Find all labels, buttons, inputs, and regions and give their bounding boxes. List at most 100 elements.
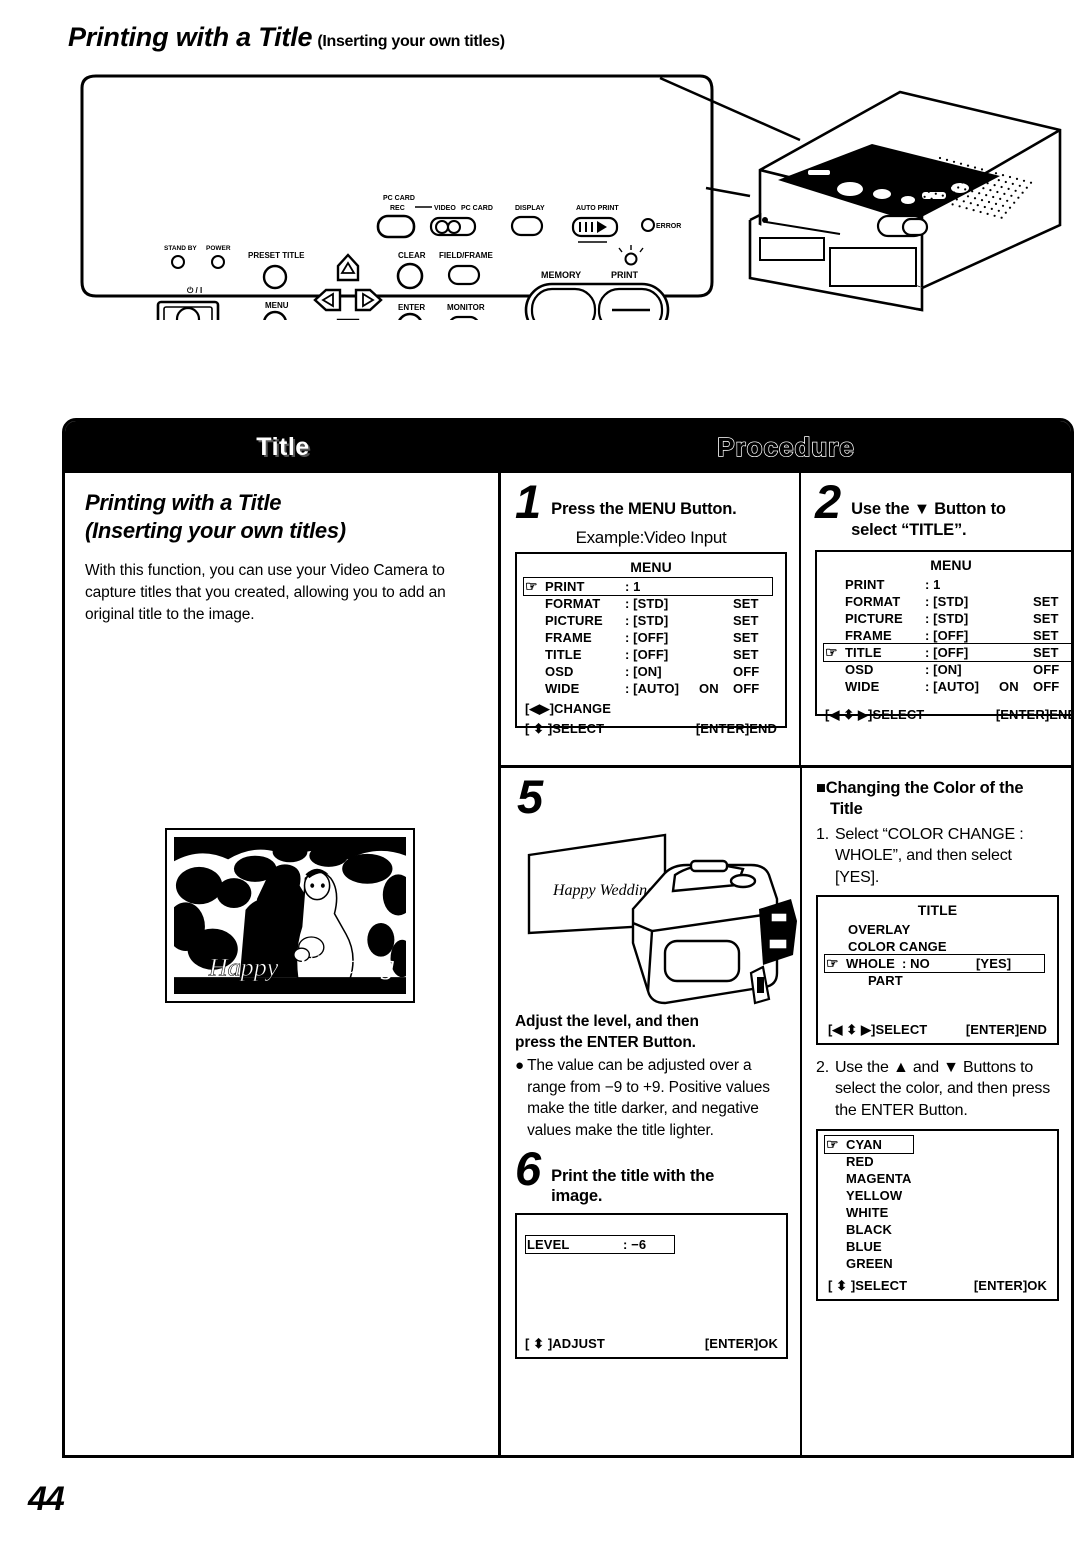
osd-row-option: SET	[733, 629, 759, 645]
page-title-sub: (Inserting your own titles)	[317, 33, 505, 50]
osd-color-row[interactable]: YELLOW	[826, 1187, 1049, 1204]
osd-menu-title-2: MENU	[930, 557, 972, 574]
osd-row-value: : [AUTO]	[625, 680, 679, 696]
osd-row-value: : [OFF]	[925, 628, 969, 644]
osd-color-label: YELLOW	[846, 1188, 903, 1204]
osd-cursor-icon-whole: ☞	[826, 954, 839, 971]
osd-row-option: OFF	[733, 663, 760, 679]
osd-title-footer-end: [ENTER]END	[965, 1021, 1047, 1037]
table-header-title-col: Title	[65, 421, 501, 473]
osd-cursor-icon: ☞	[525, 577, 538, 594]
osd-color-row[interactable]: WHITE	[826, 1204, 1049, 1221]
osd-menu-row[interactable]: WIDE: [AUTO] ON OFF	[825, 678, 1071, 695]
osd-menu-rows-1: ☞ PRINT : 1 FORMAT: [STD] SET PICTURE: [STD] S…	[523, 576, 777, 697]
osd-menu-screen-step2: MENU PRINT: 1 FORMAT: [STD] SET PICTURE: [S…	[815, 550, 1071, 722]
step-2-cell: 2 Use the ▼ Button to select “TITLE”. ME…	[801, 473, 1071, 765]
osd-color-row[interactable]: BLACK	[826, 1221, 1049, 1238]
osd-menu-row[interactable]: ☞ TITLE: [OFF] SET	[823, 643, 1071, 663]
osd-title-whole-yes: [YES]	[976, 955, 1012, 971]
osd-menu-row[interactable]: TITLE: [OFF] SET	[525, 646, 777, 663]
bullet-dot-icon: ●	[515, 1056, 525, 1074]
svg-text:PRESET TITLE: PRESET TITLE	[248, 251, 305, 260]
page-title: Printing with a Title (Inserting your own…	[68, 22, 768, 53]
osd-color-row[interactable]: ☞ CYAN	[824, 1135, 918, 1155]
osd-row-label: FRAME	[845, 628, 892, 644]
osd-menu-row[interactable]: OSD: [ON] OFF	[525, 663, 777, 680]
printer-illustration-svg: PC CARD REC VIDEO PC CARD DISPLAY AUTO P…	[80, 74, 1062, 320]
osd-menu-row[interactable]: PRINT: 1	[825, 576, 1071, 593]
title-column-body: With this function, you can use your Vid…	[85, 562, 446, 623]
color-section-heading-line1: ■Changing the Color of the	[816, 779, 1024, 797]
osd-menu-row[interactable]: ☞ PRINT : 1	[523, 576, 777, 596]
osd-menu-row[interactable]: PICTURE: [STD] SET	[525, 612, 777, 629]
step-2-instruction-line2: select “TITLE”.	[851, 520, 967, 539]
camcorder-illustration: Happy Wedding	[515, 813, 797, 1009]
osd-title-whole-value: : NO	[902, 955, 930, 971]
title-heading-line2: (Inserting your own titles)	[85, 517, 346, 543]
osd-menu-footer-end-1: [ENTER]END	[695, 720, 777, 736]
table-header-procedure-col: Procedure	[501, 421, 1071, 473]
osd-level-footer: [ ⬍ ]ADJUST [ENTER]OK	[525, 1336, 778, 1352]
osd-color-row[interactable]: MAGENTA	[826, 1170, 1049, 1187]
osd-level-footer-ok: [ENTER]OK	[704, 1335, 778, 1351]
color-section-heading-line2: Title	[830, 800, 863, 819]
osd-row-label: OSD	[545, 663, 574, 679]
osd-row-option: OFF	[1033, 679, 1060, 695]
osd-row-value: : [OFF]	[625, 629, 669, 645]
osd-row-label: FORMAT	[545, 595, 601, 611]
osd-menu-footer-select-1: [ ⬍ ]SELECT	[525, 720, 605, 736]
svg-text:ERROR: ERROR	[656, 223, 681, 230]
osd-menu-row[interactable]: FORMAT: [STD] SET	[525, 595, 777, 612]
step-6-instruction: Print the title with the image.	[551, 1150, 714, 1207]
osd-color-footer: [ ⬍ ]SELECT [ENTER]OK	[828, 1278, 1047, 1294]
osd-color-row[interactable]: BLUE	[826, 1238, 1049, 1255]
svg-text:MEMORY: MEMORY	[541, 270, 581, 280]
osd-color-row[interactable]: RED	[826, 1153, 1049, 1170]
table-body: Printing with a Title (Inserting your ow…	[65, 473, 1071, 1455]
osd-row-label: TITLE	[545, 646, 582, 662]
procedure-row-2: 5 Happy Wedding Adjust the level, and th…	[501, 768, 1071, 1455]
osd-color-list-screen: ☞ CYAN RED MAGENTA YELLOW WHITE BLACK BLUE GREEN…	[816, 1129, 1059, 1302]
osd-menu-row[interactable]: OSD: [ON] OFF	[825, 661, 1071, 678]
wedding-photo-svg: Happy Wedding	[174, 837, 406, 994]
step-5-number: 5	[517, 770, 543, 823]
osd-menu-row[interactable]: FORMAT: [STD] SET	[825, 593, 1071, 610]
step-5-instruction-line1: Adjust the level, and then	[515, 1012, 699, 1030]
svg-text:ENTER: ENTER	[398, 303, 425, 312]
step-2-header: 2 Use the ▼ Button to select “TITLE”.	[815, 475, 1071, 540]
svg-text:MONITOR: MONITOR	[447, 303, 485, 312]
osd-title-footer: [◀ ⬍ ▶]SELECT [ENTER]END	[828, 1022, 1047, 1038]
svg-text:Wedding: Wedding	[298, 949, 395, 979]
osd-row-option: OFF	[1033, 662, 1060, 678]
osd-row-label: PRINT	[545, 578, 585, 594]
osd-row-value: : [OFF]	[625, 646, 669, 662]
title-column-heading: Printing with a Title (Inserting your ow…	[85, 489, 480, 544]
step-5-bullet-text: The value can be adjusted over a range f…	[527, 1056, 770, 1139]
color-section-item-2-text: Use the ▲ and ▼ Buttons to select the co…	[834, 1058, 1051, 1119]
osd-menu-footer-change: [◀▶]CHANGE	[525, 700, 611, 716]
osd-title-part-label: PART	[868, 972, 903, 988]
svg-text:PRINT: PRINT	[611, 270, 639, 280]
osd-menu-row[interactable]: PICTURE: [STD] SET	[825, 610, 1071, 627]
osd-menu-row[interactable]: FRAME: [OFF] SET	[825, 627, 1071, 644]
osd-title-row-part: PART	[826, 972, 1049, 989]
step-1-example-label: Example:Video Input	[575, 527, 727, 547]
osd-row-option: SET	[1033, 611, 1059, 627]
osd-menu-row[interactable]: WIDE: [AUTO] ON OFF	[525, 680, 777, 697]
step-6-header: 6 Print the title with the image.	[515, 1145, 788, 1207]
step-2-number: 2	[815, 475, 841, 528]
osd-color-row[interactable]: GREEN	[826, 1255, 1049, 1272]
osd-row-label: WIDE	[545, 680, 580, 696]
svg-text:POWER: POWER	[206, 245, 231, 252]
osd-color-label: BLACK	[846, 1222, 892, 1238]
osd-menu-row[interactable]: FRAME: [OFF] SET	[525, 629, 777, 646]
svg-text:AUTO PRINT: AUTO PRINT	[576, 205, 619, 212]
osd-row-value: : [AUTO]	[925, 679, 979, 695]
osd-row-value: : 1	[625, 578, 641, 594]
svg-text:PC CARD: PC CARD	[461, 205, 493, 212]
table-header-title-label: Title	[256, 432, 310, 461]
osd-menu-footer-select-2: [◀ ⬍ ▶]SELECT	[825, 707, 925, 723]
osd-menu-title-1: MENU	[630, 558, 672, 575]
procedure-row-1: 1 Press the MENU Button. Example:Video I…	[501, 473, 1071, 768]
svg-text:⏻ / I: ⏻ / I	[187, 286, 202, 295]
